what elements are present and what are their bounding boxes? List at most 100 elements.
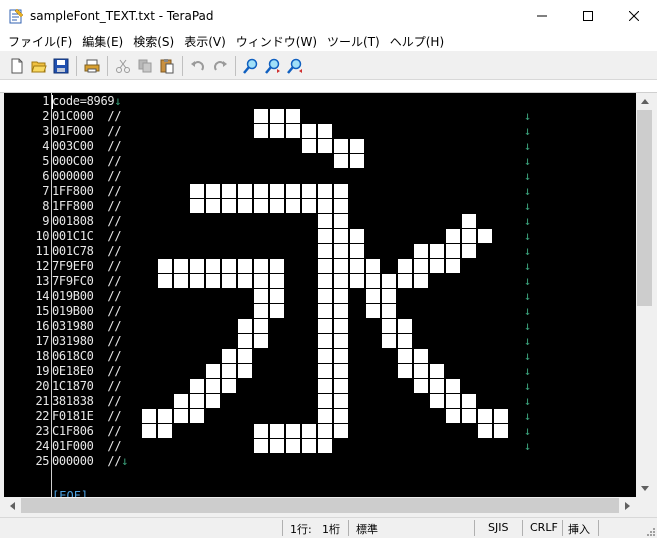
glyph-pixel — [286, 124, 300, 138]
status-insert-mode[interactable]: 挿入 — [568, 521, 590, 537]
column-ruler — [0, 80, 657, 93]
resize-grip-icon[interactable] — [645, 526, 655, 536]
code-line: 0E18E0 // — [52, 364, 122, 379]
glyph-pixel — [254, 259, 268, 273]
glyph-pixel — [270, 439, 284, 453]
code-line-text: 001808 // — [52, 214, 122, 228]
vertical-scroll-thumb[interactable] — [637, 110, 652, 306]
code-line-text: 019B00 // — [52, 289, 122, 303]
redo-button[interactable] — [209, 55, 231, 77]
toolbar-separator — [76, 55, 77, 76]
cut-icon — [116, 59, 130, 73]
print-button[interactable] — [81, 55, 103, 77]
copy-icon — [138, 59, 152, 72]
minimize-icon — [537, 15, 547, 16]
glyph-pixel — [190, 274, 204, 288]
glyph-pixel — [382, 274, 396, 288]
menu-help[interactable]: ヘルプ(H) — [386, 33, 448, 50]
scroll-up-arrow[interactable] — [636, 93, 653, 110]
menu-search[interactable]: 検索(S) — [129, 33, 178, 50]
scroll-left-arrow[interactable] — [4, 497, 21, 514]
code-line-text: 019B00 // — [52, 304, 122, 318]
glyph-pixel — [382, 334, 396, 348]
code-line: 003C00 // — [52, 139, 122, 154]
glyph-pixel — [462, 214, 476, 228]
line-number: 11 — [35, 244, 50, 258]
menu-view[interactable]: 表示(V) — [180, 33, 230, 50]
code-line: 000C00 // — [52, 154, 122, 169]
find-prev-button[interactable] — [284, 55, 306, 77]
glyph-pixel — [366, 289, 380, 303]
glyph-pixel — [318, 139, 332, 153]
undo-button[interactable] — [187, 55, 209, 77]
newline-mark: ↓ — [524, 364, 532, 378]
glyph-pixel — [254, 289, 268, 303]
glyph-pixel — [446, 229, 460, 243]
close-icon — [629, 10, 639, 21]
glyph-pixel — [334, 364, 348, 378]
code-line-text: 7F9FC0 // — [52, 274, 122, 288]
glyph-pixel — [286, 199, 300, 213]
glyph-pixel — [206, 364, 220, 378]
minimize-button[interactable] — [519, 0, 565, 31]
glyph-pixel — [318, 289, 332, 303]
glyph-pixel — [334, 319, 348, 333]
find-button[interactable] — [240, 55, 262, 77]
open-file-button[interactable] — [28, 55, 50, 77]
line-number: 3 — [42, 124, 49, 138]
glyph-pixel — [286, 424, 300, 438]
status-encoding[interactable]: SJIS — [488, 521, 508, 534]
status-line-ending[interactable]: CRLF — [530, 521, 558, 534]
newline-mark: ↓ — [524, 229, 532, 243]
glyph-pixel — [446, 394, 460, 408]
horizontal-scroll-thumb[interactable] — [21, 498, 619, 513]
status-divider — [348, 520, 349, 536]
menu-tools[interactable]: ツール(T) — [323, 33, 384, 50]
line-number: 10 — [35, 229, 50, 243]
toolbar — [0, 52, 657, 80]
glyph-pixel — [414, 244, 428, 258]
title-bar[interactable]: sampleFont_TEXT.txt - TeraPad — [0, 0, 657, 31]
glyph-pixel — [238, 274, 252, 288]
line-number: 15 — [35, 304, 50, 318]
scroll-right-arrow[interactable] — [619, 497, 636, 514]
newline-mark: ↓ — [524, 304, 532, 318]
cut-button[interactable] — [112, 55, 134, 77]
status-column: 1桁 — [322, 523, 340, 536]
glyph-pixel — [430, 259, 444, 273]
horizontal-scrollbar[interactable] — [4, 497, 636, 514]
terapad-window: sampleFont_TEXT.txt - TeraPad ファイル(F) 編集… — [0, 0, 657, 538]
menu-window[interactable]: ウィンドウ(W) — [232, 33, 321, 50]
status-line: 1行: — [290, 523, 312, 536]
maximize-button[interactable] — [565, 0, 611, 31]
vertical-scrollbar[interactable] — [636, 93, 653, 497]
glyph-pixel — [318, 184, 332, 198]
glyph-pixel — [190, 184, 204, 198]
copy-button[interactable] — [134, 55, 156, 77]
glyph-pixel — [206, 184, 220, 198]
glyph-pixel — [190, 409, 204, 423]
glyph-pixel — [382, 319, 396, 333]
save-file-button[interactable] — [50, 55, 72, 77]
glyph-pixel — [414, 274, 428, 288]
menu-file[interactable]: ファイル(F) — [4, 33, 76, 50]
new-file-button[interactable] — [6, 55, 28, 77]
scroll-down-arrow[interactable] — [636, 480, 653, 497]
code-line: 001C78 // — [52, 244, 122, 259]
glyph-pixel — [270, 304, 284, 318]
text-editor[interactable]: 1 2 3 4 5 6 7 8 9 10 11 12 13 14 15 16 17 18 19 20 21 22 23 24 2… — [4, 93, 636, 497]
paste-button[interactable] — [156, 55, 178, 77]
glyph-pixel — [350, 229, 364, 243]
code-line: 031980 // — [52, 334, 122, 349]
undo-icon — [191, 60, 204, 71]
glyph-pixel — [334, 409, 348, 423]
find-next-button[interactable] — [262, 55, 284, 77]
glyph-pixel — [222, 379, 236, 393]
close-button[interactable] — [611, 0, 657, 31]
newline-mark: ↓ — [524, 184, 532, 198]
glyph-pixel — [254, 199, 268, 213]
menu-edit[interactable]: 編集(E) — [78, 33, 127, 50]
glyph-pixel — [142, 424, 156, 438]
glyph-pixel — [366, 304, 380, 318]
code-line-text: 01F000 // — [52, 439, 122, 453]
